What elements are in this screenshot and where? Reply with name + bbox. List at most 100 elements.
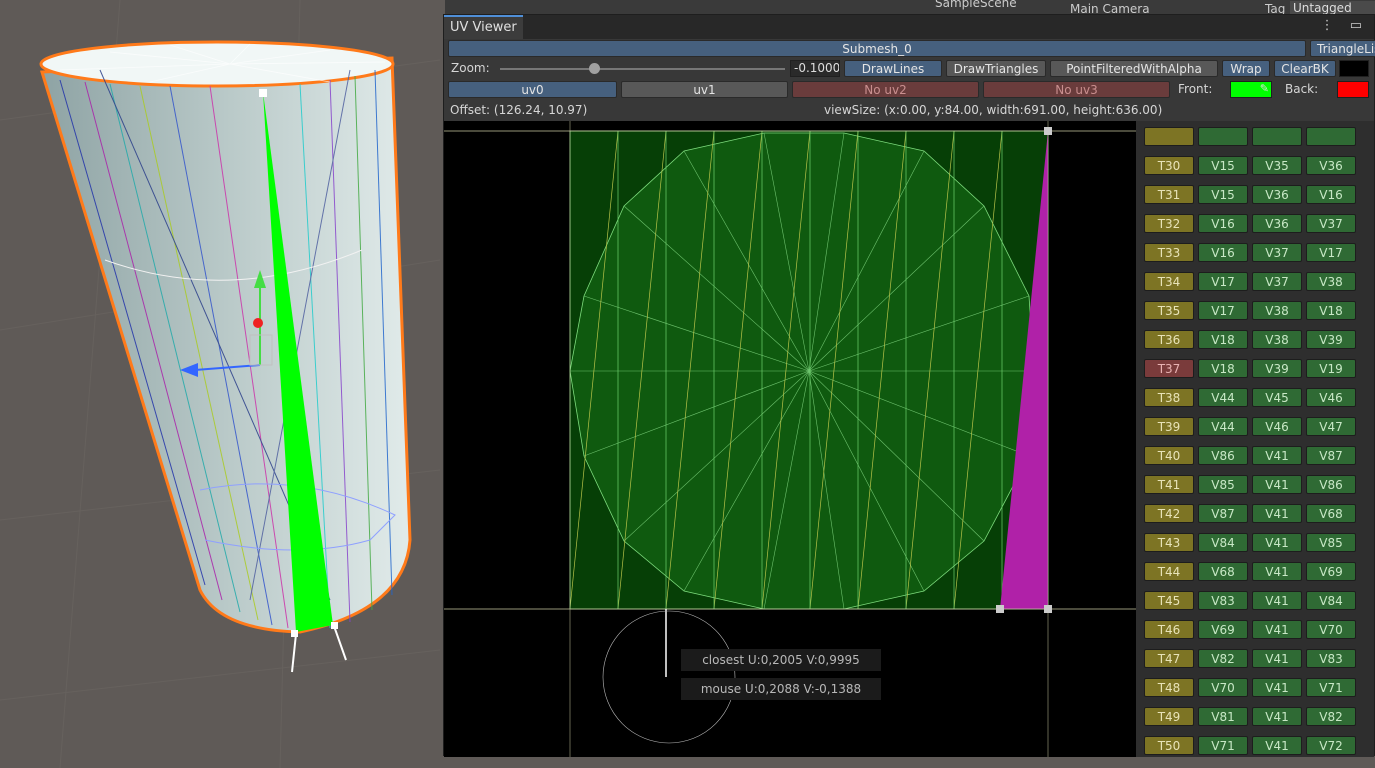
vertex-index-button[interactable]: V41 [1252, 562, 1302, 581]
vertex-index-button[interactable]: V17 [1198, 301, 1248, 320]
triangle-index-button[interactable]: T47 [1144, 649, 1194, 668]
vertex-index-button[interactable]: V37 [1306, 214, 1356, 233]
tag-dropdown[interactable]: Untagged [1290, 1, 1375, 14]
point-filtered-toggle[interactable]: PointFilteredWithAlpha [1050, 60, 1218, 77]
vertex-index-button[interactable]: V16 [1306, 185, 1356, 204]
hierarchy-item-camera[interactable]: Main Camera [1070, 2, 1150, 14]
hierarchy-item[interactable]: SampleScene [935, 0, 1017, 10]
vertex-index-button[interactable]: V85 [1198, 475, 1248, 494]
vertex-index-button[interactable]: V41 [1252, 707, 1302, 726]
vertex-index-button[interactable]: V38 [1306, 272, 1356, 291]
triangle-index-button[interactable]: T39 [1144, 417, 1194, 436]
vertex-index-button[interactable]: V41 [1252, 591, 1302, 610]
window-tab[interactable]: UV Viewer [444, 15, 523, 39]
triangle-index-button[interactable]: T48 [1144, 678, 1194, 697]
vertex-index-button[interactable]: V38 [1252, 330, 1302, 349]
zoom-value-field[interactable]: -0.1000 [790, 60, 840, 77]
triangle-index-button[interactable]: T40 [1144, 446, 1194, 465]
vertex-index-button[interactable]: V81 [1198, 707, 1248, 726]
triangle-index-button[interactable]: T36 [1144, 330, 1194, 349]
clear-bk-toggle[interactable]: ClearBK [1274, 60, 1336, 77]
vertex-index-button[interactable]: V15 [1198, 156, 1248, 175]
vertex-index-button[interactable]: V68 [1198, 562, 1248, 581]
triangle-index-button[interactable]: T38 [1144, 388, 1194, 407]
uv0-tab[interactable]: uv0 [448, 81, 617, 98]
vertex-index-button[interactable]: V72 [1306, 736, 1356, 755]
triangle-index-button[interactable]: T34 [1144, 272, 1194, 291]
vertex-index-button[interactable]: V87 [1198, 504, 1248, 523]
vertex-index-button[interactable]: V41 [1252, 533, 1302, 552]
vertex-index-button[interactable]: V69 [1198, 620, 1248, 639]
vertex-index-button[interactable]: V19 [1306, 359, 1356, 378]
vertex-index-button[interactable]: V69 [1306, 562, 1356, 581]
vertex-index-button[interactable]: V41 [1252, 475, 1302, 494]
vertex-index-button[interactable]: V39 [1252, 359, 1302, 378]
vertex-index-button[interactable]: V41 [1252, 649, 1302, 668]
triangle-index-button[interactable]: T45 [1144, 591, 1194, 610]
vertex-index-button[interactable]: V71 [1198, 736, 1248, 755]
vertex-index-button[interactable]: V83 [1306, 649, 1356, 668]
triangle-index-button[interactable]: T41 [1144, 475, 1194, 494]
draw-lines-toggle[interactable]: DrawLines [844, 60, 942, 77]
vertex-index-button[interactable]: V86 [1198, 446, 1248, 465]
vertex-index-button[interactable]: V86 [1306, 475, 1356, 494]
vertex-index-button[interactable]: V84 [1198, 533, 1248, 552]
uv3-tab[interactable]: No uv3 [983, 81, 1170, 98]
triangle-index-button[interactable]: T44 [1144, 562, 1194, 581]
vertex-index-button[interactable]: V68 [1306, 504, 1356, 523]
vertex-index-button[interactable]: V44 [1198, 388, 1248, 407]
vertex-index-button[interactable]: V85 [1306, 533, 1356, 552]
topology-selector[interactable]: TriangleList [1310, 40, 1375, 57]
vertex-index-button[interactable]: V37 [1252, 272, 1302, 291]
vertex-index-button[interactable]: V87 [1306, 446, 1356, 465]
vertex-index-button[interactable]: V41 [1252, 504, 1302, 523]
zoom-slider-handle[interactable] [589, 63, 601, 74]
vertex-index-button[interactable]: V36 [1252, 214, 1302, 233]
vertex-index-button[interactable]: V36 [1306, 156, 1356, 175]
uv2-tab[interactable]: No uv2 [792, 81, 979, 98]
triangle-index-button[interactable]: T37 [1144, 359, 1194, 378]
vertex-index-button[interactable]: V71 [1306, 678, 1356, 697]
vertex-index-button[interactable]: V18 [1198, 359, 1248, 378]
back-color-field[interactable] [1337, 81, 1369, 98]
triangle-index-button[interactable]: T49 [1144, 707, 1194, 726]
front-color-field[interactable]: ✎ [1230, 81, 1272, 98]
vertex-index-button[interactable]: V18 [1306, 301, 1356, 320]
triangle-index-button[interactable]: T42 [1144, 504, 1194, 523]
vertex-index-button[interactable]: V15 [1198, 185, 1248, 204]
triangle-index-button[interactable]: T31 [1144, 185, 1194, 204]
vertex-index-button[interactable]: V39 [1306, 330, 1356, 349]
eyedropper-icon[interactable]: ✎ [1260, 82, 1269, 95]
vertex-index-button[interactable]: V41 [1252, 678, 1302, 697]
triangle-index-button[interactable]: T50 [1144, 736, 1194, 755]
vertex-index-button[interactable]: V41 [1252, 446, 1302, 465]
window-menu-icons[interactable]: ⋮ ▭ [1321, 18, 1368, 33]
vertex-index-button[interactable]: V70 [1198, 678, 1248, 697]
vertex-index-button[interactable]: V17 [1198, 272, 1248, 291]
vertex-index-button[interactable]: V82 [1198, 649, 1248, 668]
vertex-index-button[interactable]: V45 [1252, 388, 1302, 407]
triangle-index-button[interactable]: T35 [1144, 301, 1194, 320]
clear-color-swatch[interactable] [1339, 60, 1369, 77]
vertex-index-button[interactable]: V16 [1198, 214, 1248, 233]
triangle-index-button[interactable]: T32 [1144, 214, 1194, 233]
triangle-index-button[interactable]: T46 [1144, 620, 1194, 639]
vertex-index-button[interactable]: V82 [1306, 707, 1356, 726]
draw-triangles-toggle[interactable]: DrawTriangles [946, 60, 1046, 77]
triangle-index-button[interactable]: T30 [1144, 156, 1194, 175]
submesh-selector[interactable]: Submesh_0 [448, 40, 1306, 57]
vertex-index-button[interactable]: V41 [1252, 736, 1302, 755]
uv-viewport[interactable]: closest U:0,2005 V:0,9995 mouse U:0,2088… [444, 121, 1136, 757]
vertex-index-button[interactable]: V47 [1306, 417, 1356, 436]
wrap-toggle[interactable]: Wrap [1222, 60, 1270, 77]
vertex-index-button[interactable]: V44 [1198, 417, 1248, 436]
vertex-index-button[interactable]: V17 [1306, 243, 1356, 262]
vertex-index-button[interactable]: V84 [1306, 591, 1356, 610]
vertex-index-button[interactable]: V46 [1306, 388, 1356, 407]
vertex-index-button[interactable]: V36 [1252, 185, 1302, 204]
vertex-index-button[interactable]: V83 [1198, 591, 1248, 610]
triangle-list-panel[interactable]: T30 V15 V35 V36 T31 V15 V36 V16 T32 V16 V36 V37 T33 V… [1136, 121, 1374, 757]
zoom-slider-track[interactable] [500, 68, 785, 70]
vertex-index-button[interactable]: V41 [1252, 620, 1302, 639]
vertex-index-button[interactable]: V18 [1198, 330, 1248, 349]
